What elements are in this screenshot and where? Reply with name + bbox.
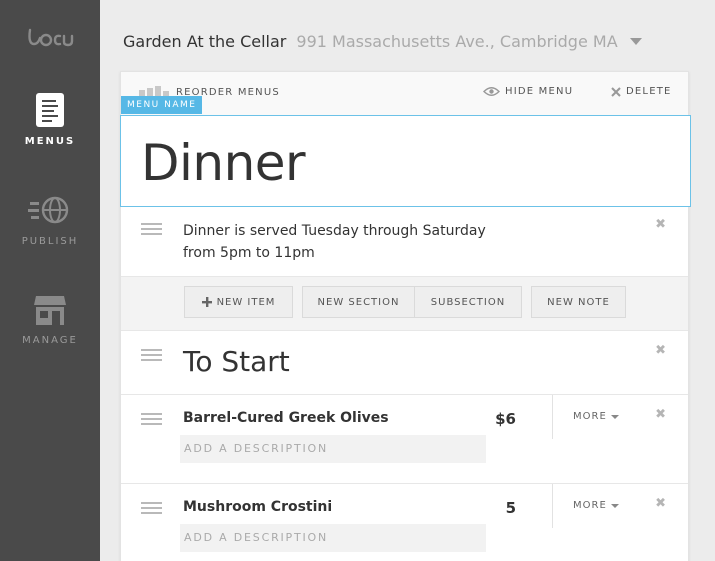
more-dropdown[interactable]: MORE [573, 500, 619, 511]
item-description-field[interactable]: ADD A DESCRIPTION [180, 524, 486, 552]
new-section-button[interactable]: NEW SECTION [302, 286, 415, 318]
close-icon[interactable]: ✖ [655, 343, 666, 358]
sidebar-item-publish[interactable]: PUBLISH [0, 194, 100, 247]
menu-item-row: Barrel-Cured Greek Olives $6 ADD A DESCR… [121, 395, 688, 484]
drag-handle-icon[interactable] [141, 502, 162, 517]
chevron-down-icon [610, 503, 619, 508]
sidebar-item-label: MENUS [24, 136, 76, 147]
new-item-button[interactable]: NEW ITEM [184, 286, 293, 318]
item-description-field[interactable]: ADD A DESCRIPTION [180, 435, 486, 463]
menu-toolbar: REORDER MENUS HIDE MENU DELETE [121, 72, 688, 115]
more-label: MORE [573, 500, 607, 511]
item-name[interactable]: Barrel-Cured Greek Olives [183, 410, 389, 426]
delete-menu-button[interactable]: DELETE [611, 86, 672, 97]
subsection-button[interactable]: SUBSECTION [415, 286, 522, 318]
item-price[interactable]: $6 [495, 410, 516, 428]
sidebar: MENUS PUBLISH MANAGE [0, 0, 100, 561]
new-section-label: NEW SECTION [317, 296, 400, 308]
more-label: MORE [573, 411, 607, 422]
plus-icon [201, 297, 212, 307]
menu-item-row: Mushroom Crostini 5 ADD A DESCRIPTION MO… [121, 484, 688, 561]
new-note-button[interactable]: NEW NOTE [531, 286, 626, 318]
locu-logo[interactable] [26, 26, 76, 50]
storefront-icon [34, 296, 66, 325]
menu-note-text[interactable]: Dinner is served Tuesday through Saturda… [183, 220, 503, 264]
close-icon[interactable]: ✖ [655, 496, 666, 511]
delete-menu-label: DELETE [626, 86, 672, 97]
venue-address: 991 Massachusetts Ave., Cambridge MA [296, 31, 618, 51]
hide-menu-label: HIDE MENU [505, 86, 574, 97]
add-buttons-row: NEW ITEM NEW SECTION SUBSECTION NEW NOTE [121, 277, 688, 331]
venue-name: Garden At the Cellar [123, 31, 287, 51]
menu-card: REORDER MENUS HIDE MENU DELETE MENU NAME… [120, 71, 691, 561]
new-item-label: NEW ITEM [216, 296, 276, 308]
drag-handle-icon[interactable] [141, 349, 162, 364]
sidebar-item-label: MANAGE [22, 335, 78, 346]
close-icon[interactable]: ✖ [655, 407, 666, 422]
eye-icon [483, 87, 500, 96]
menu-name-input[interactable]: Dinner [141, 134, 306, 192]
hide-menu-button[interactable]: HIDE MENU [483, 86, 573, 97]
item-price[interactable]: 5 [506, 499, 516, 517]
menu-name-field[interactable]: Dinner [120, 115, 691, 207]
document-icon [36, 93, 64, 127]
new-note-label: NEW NOTE [547, 296, 610, 308]
globe-publish-icon [28, 196, 69, 224]
subsection-label: SUBSECTION [430, 296, 506, 308]
close-icon [611, 86, 621, 97]
drag-handle-icon[interactable] [141, 413, 162, 428]
menu-name-tag: MENU NAME [121, 96, 203, 114]
divider [552, 395, 553, 439]
venue-header[interactable]: Garden At the Cellar 991 Massachusetts A… [123, 30, 642, 52]
item-name[interactable]: Mushroom Crostini [183, 499, 332, 515]
drag-handle-icon[interactable] [141, 223, 162, 238]
chevron-down-icon[interactable] [629, 37, 642, 45]
sidebar-item-menus[interactable]: MENUS [0, 92, 100, 147]
sidebar-item-manage[interactable]: MANAGE [0, 293, 100, 346]
menu-note-row: Dinner is served Tuesday through Saturda… [121, 207, 688, 277]
section-title[interactable]: To Start [183, 345, 290, 378]
sidebar-item-label: PUBLISH [21, 236, 79, 247]
more-dropdown[interactable]: MORE [573, 411, 619, 422]
chevron-down-icon [610, 414, 619, 419]
divider [552, 484, 553, 528]
close-icon[interactable]: ✖ [655, 217, 666, 232]
section-row: To Start ✖ [121, 331, 688, 395]
